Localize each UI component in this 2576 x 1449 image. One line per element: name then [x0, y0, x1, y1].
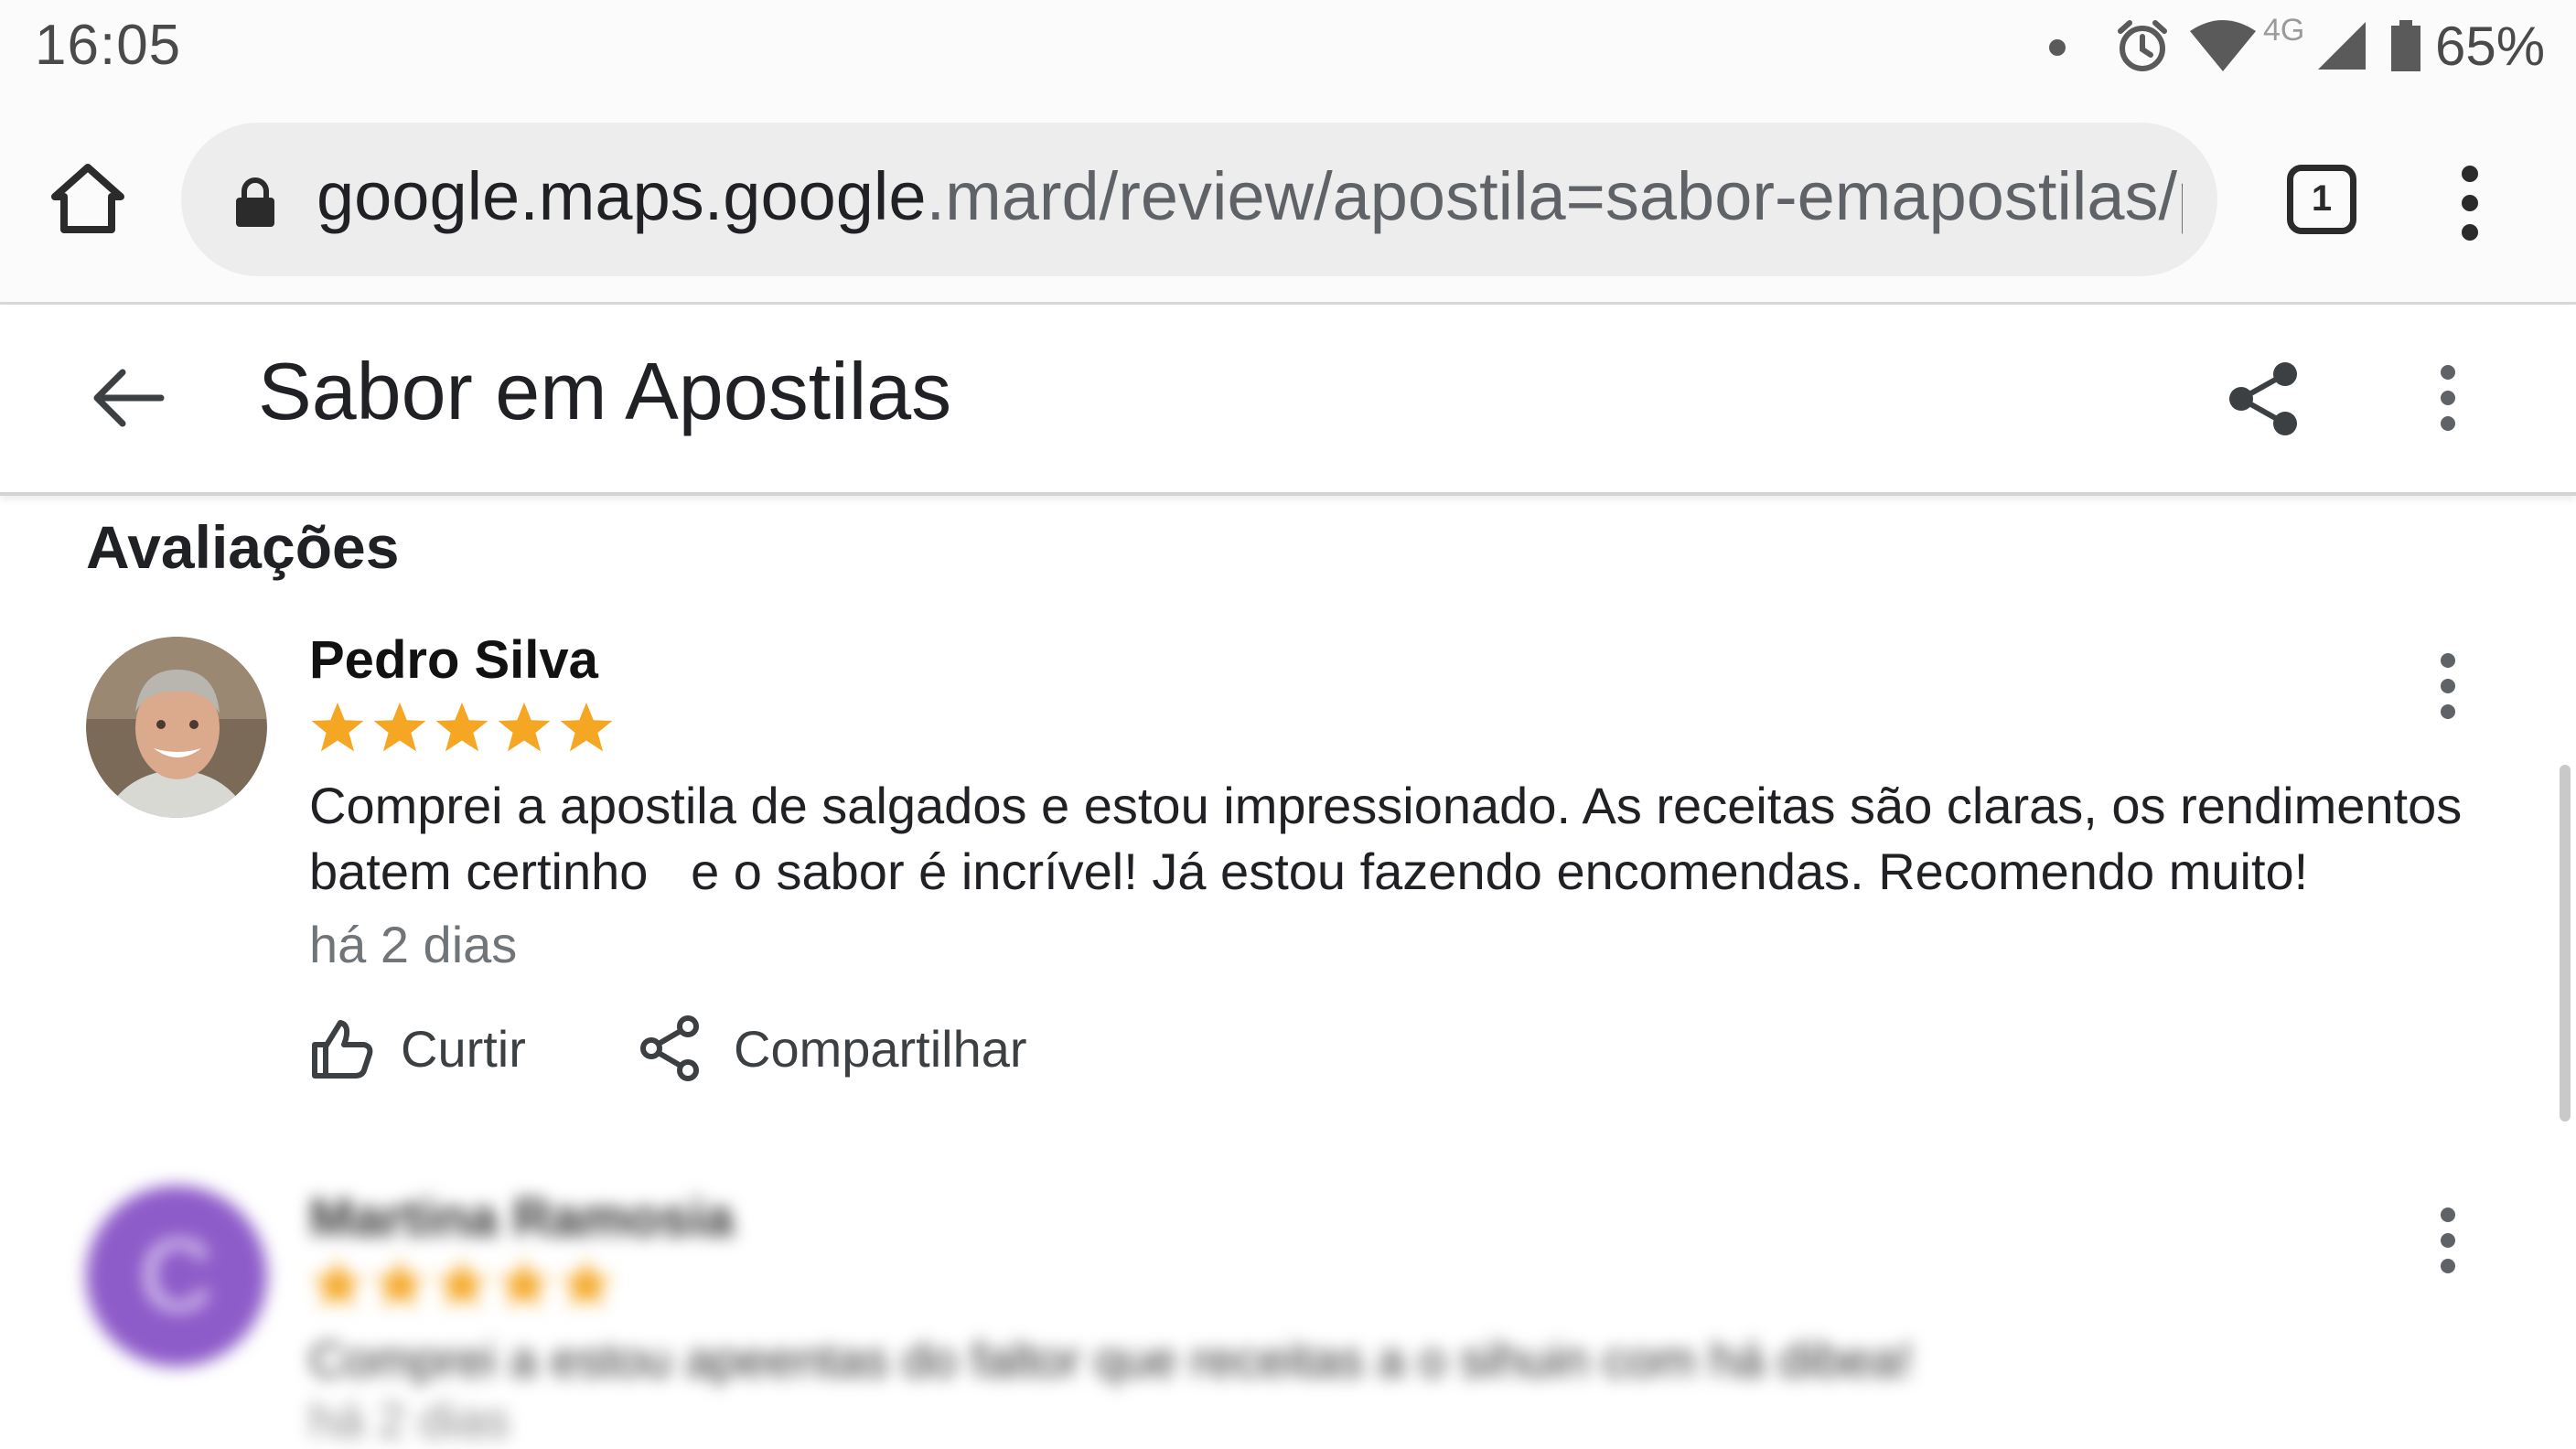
like-button[interactable]: Curtir	[309, 1010, 526, 1087]
home-icon[interactable]	[49, 160, 126, 237]
notification-dot-icon	[2049, 39, 2066, 56]
more-vert-icon[interactable]	[2430, 361, 2466, 435]
wifi-icon	[2190, 20, 2256, 71]
star-icon	[435, 702, 488, 752]
back-arrow-icon[interactable]	[84, 354, 172, 442]
url-path: .mard/review/apostila=sabor-emapostilas/…	[926, 158, 2183, 234]
star-rating	[309, 1255, 615, 1312]
more-vert-icon[interactable]	[2430, 1204, 2466, 1277]
star-icon	[560, 1258, 613, 1308]
reviewer-name[interactable]: Pedro Silva	[309, 629, 598, 691]
more-vert-icon[interactable]	[2452, 157, 2488, 249]
share-label: Compartilhar	[734, 1019, 1027, 1078]
browser-toolbar: google.maps.google.mard/review/apostila=…	[0, 101, 2576, 305]
share-icon[interactable]	[2225, 360, 2303, 438]
tabs-icon[interactable]: 1	[2287, 165, 2356, 234]
avatar[interactable]	[86, 637, 267, 818]
page-title: Sabor em Apostilas	[258, 346, 952, 436]
star-icon	[311, 702, 364, 752]
section-title: Avaliações	[86, 513, 400, 581]
url-text[interactable]: google.maps.google.mard/review/apostila=…	[317, 157, 2183, 235]
review-text: Comprei a apostila de salgados e estou i…	[309, 777, 2476, 900]
battery-icon	[2391, 20, 2420, 71]
share-icon	[640, 1015, 699, 1081]
app-header: Sabor em Apostilas	[0, 305, 2576, 496]
lock-icon	[236, 177, 274, 227]
like-label: Curtir	[401, 1019, 526, 1078]
url-host: google.maps.google	[317, 158, 927, 234]
share-review-button[interactable]: Compartilhar	[639, 1010, 1027, 1087]
star-icon	[373, 702, 426, 752]
signal-icon	[2318, 22, 2366, 70]
battery-percent: 65%	[2435, 16, 2546, 77]
star-icon	[498, 702, 551, 752]
status-time: 16:05	[35, 14, 182, 77]
thumbs-up-icon	[312, 1020, 373, 1079]
review-timestamp: há 2 dias	[309, 916, 518, 973]
star-icon	[311, 1258, 364, 1308]
review-timestamp: há 2 dias	[309, 1393, 510, 1448]
url-bar[interactable]: google.maps.google.mard/review/apostila=…	[181, 123, 2217, 276]
star-icon	[373, 1258, 426, 1308]
scrollbar[interactable]	[2560, 765, 2571, 1122]
star-rating	[309, 699, 615, 759]
network-type: 4G	[2263, 13, 2305, 48]
status-bar: 16:05 4G 65%	[0, 0, 2576, 101]
review-text: Comprei a estou apeentas do faltor que r…	[309, 1333, 1914, 1388]
star-icon	[435, 1258, 488, 1308]
reviewer-name[interactable]: Martina Ramosia	[309, 1187, 734, 1249]
more-vert-icon[interactable]	[2430, 649, 2466, 723]
avatar[interactable]: C	[86, 1186, 267, 1367]
alarm-icon	[2118, 20, 2167, 71]
star-icon	[560, 702, 613, 752]
star-icon	[498, 1258, 551, 1308]
